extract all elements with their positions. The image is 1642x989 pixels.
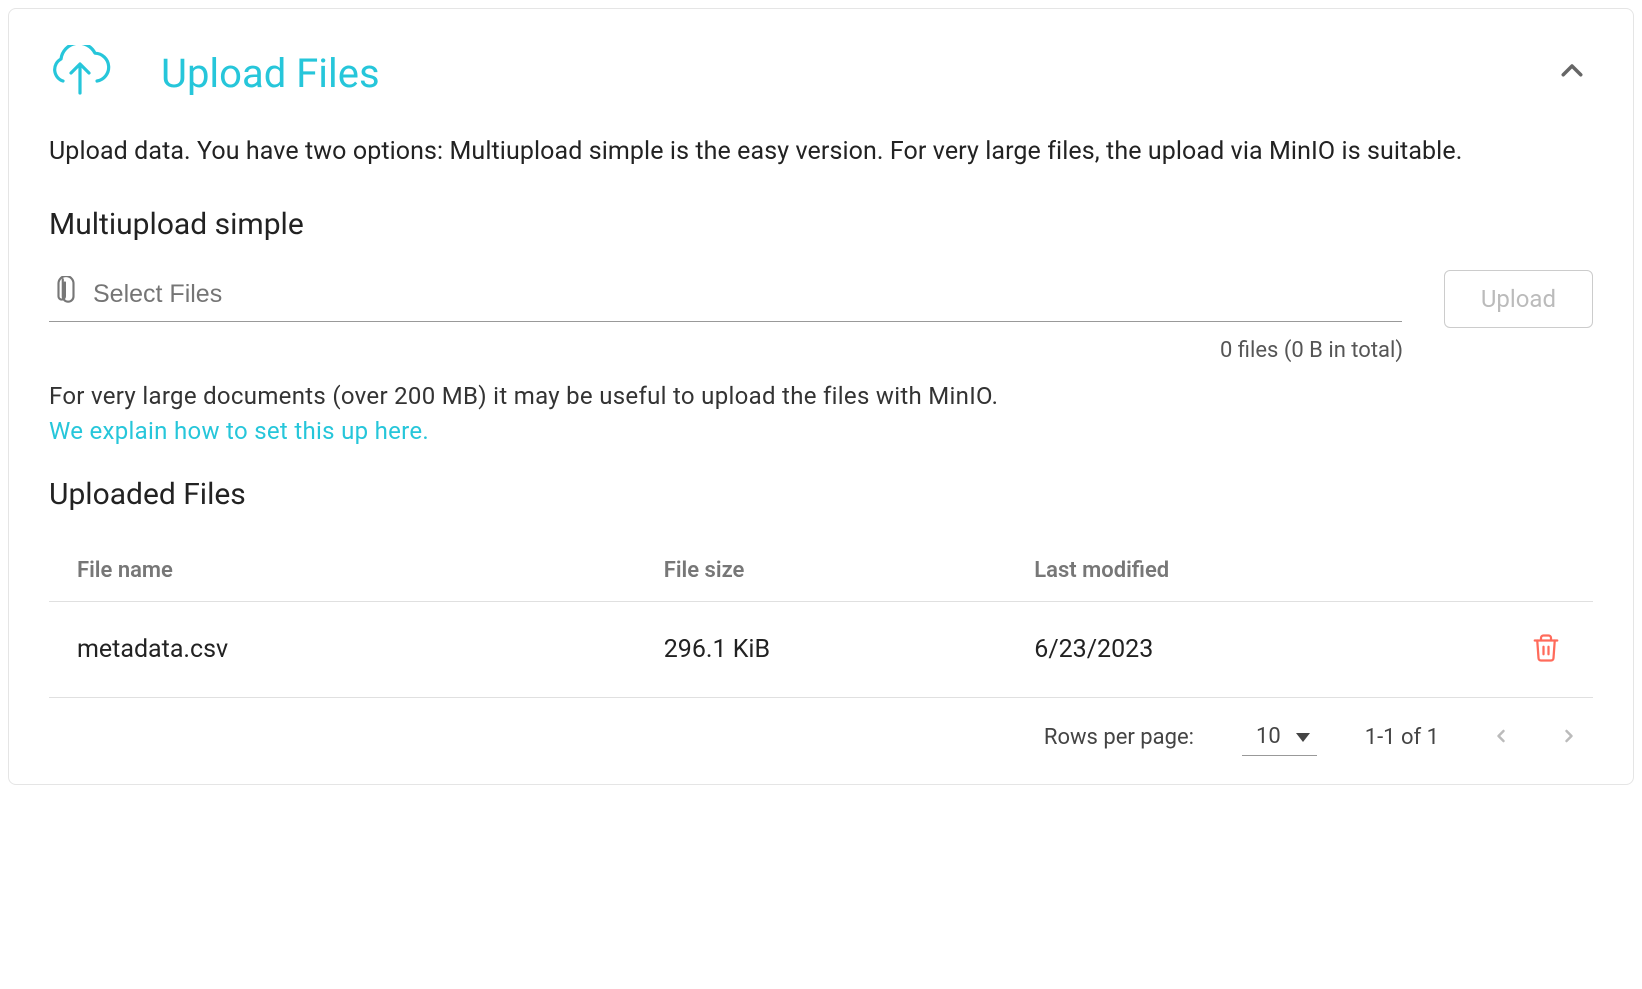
description-text: Upload data. You have two options: Multi… — [49, 133, 1593, 171]
col-actions — [1439, 540, 1593, 602]
page-title: Upload Files — [161, 50, 380, 97]
col-file-size: File size — [636, 540, 1007, 602]
table-header-row: File name File size Last modified — [49, 540, 1593, 602]
file-select-field[interactable] — [49, 270, 1402, 322]
upload-card: Upload Files Upload data. You have two o… — [8, 8, 1634, 785]
rows-per-page-select[interactable]: 10 — [1242, 720, 1317, 756]
prev-page-button[interactable] — [1487, 722, 1515, 753]
file-count-status: 0 files (0 B in total) — [49, 338, 1593, 363]
rows-per-page-label: Rows per page: — [1044, 725, 1194, 750]
chevron-right-icon — [1559, 726, 1579, 749]
minio-hint-text: For very large documents (over 200 MB) i… — [49, 377, 1593, 415]
file-select-row: Upload — [49, 270, 1593, 328]
card-header-left: Upload Files — [49, 45, 380, 101]
col-file-name: File name — [49, 540, 636, 602]
collapse-icon[interactable] — [1551, 50, 1593, 96]
select-files-input[interactable] — [49, 270, 1402, 322]
uploaded-files-section-title: Uploaded Files — [49, 477, 1593, 512]
cell-file-name: metadata.csv — [49, 601, 636, 697]
rows-per-page-value: 10 — [1256, 724, 1281, 749]
trash-icon — [1531, 632, 1561, 667]
minio-setup-link[interactable]: We explain how to set this up here. — [49, 417, 429, 445]
uploaded-files-table: File name File size Last modified metada… — [49, 540, 1593, 698]
cell-last-modified: 6/23/2023 — [1006, 601, 1438, 697]
page-nav — [1487, 722, 1583, 753]
pagination: Rows per page: 10 1-1 of 1 — [49, 698, 1593, 756]
multiupload-section-title: Multiupload simple — [49, 207, 1593, 242]
page-range-text: 1-1 of 1 — [1365, 725, 1439, 750]
paperclip-icon — [53, 276, 79, 310]
delete-button[interactable] — [1527, 628, 1565, 671]
card-header: Upload Files — [49, 45, 1593, 101]
cell-file-size: 296.1 KiB — [636, 601, 1007, 697]
cloud-upload-icon — [49, 45, 113, 101]
next-page-button[interactable] — [1555, 722, 1583, 753]
chevron-left-icon — [1491, 726, 1511, 749]
col-last-modified: Last modified — [1006, 540, 1438, 602]
dropdown-icon — [1295, 724, 1311, 749]
table-row: metadata.csv 296.1 KiB 6/23/2023 — [49, 601, 1593, 697]
upload-button[interactable]: Upload — [1444, 270, 1593, 328]
